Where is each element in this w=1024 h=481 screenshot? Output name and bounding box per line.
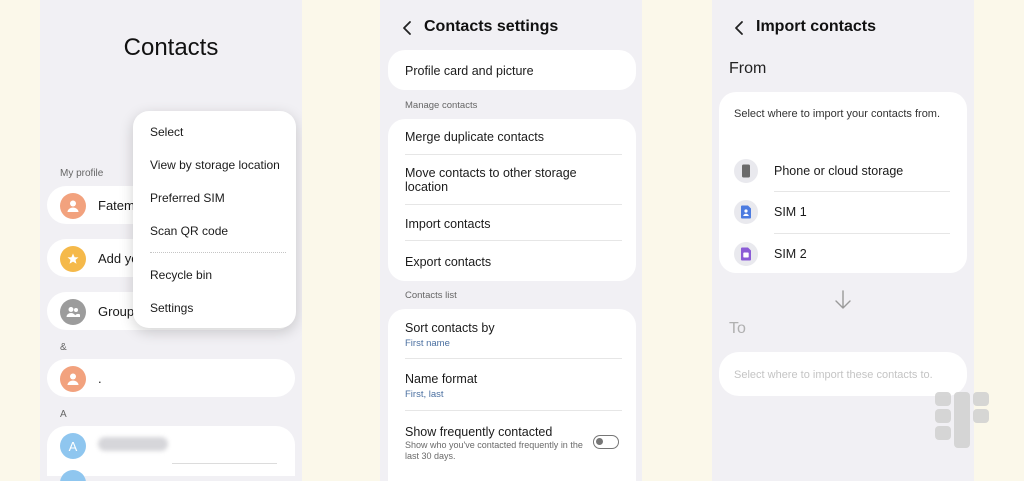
divider [774,191,950,192]
my-profile-label: My profile [60,168,104,179]
back-icon[interactable] [400,19,416,37]
profile-name: Fatem [98,198,135,213]
merge-duplicates-item[interactable]: Merge duplicate contacts [405,130,544,144]
source-card: Select where to import your contacts fro… [719,92,967,273]
import-contacts-item[interactable]: Import contacts [405,217,490,231]
toggle-knob [596,438,603,445]
menu-separator [150,252,286,253]
menu-item-recycle-bin[interactable]: Recycle bin [150,268,212,282]
contact-row[interactable]: A [47,426,295,476]
blurred-contact-name [98,437,168,451]
divider [405,154,622,155]
divider [774,233,950,234]
frequent-contacts-toggle[interactable] [593,435,619,449]
contacts-list-label: Contacts list [405,290,457,301]
menu-item-view-by-storage[interactable]: View by storage location [150,158,280,172]
source-intro: Select where to import your contacts fro… [734,108,941,120]
divider [405,410,622,411]
divider [405,358,622,359]
sim1-icon [734,200,758,224]
sim2-icon [734,242,758,266]
divider [405,240,622,241]
destination-selector[interactable]: Select where to import these contacts to… [719,352,967,396]
menu-item-select[interactable]: Select [150,125,183,139]
index-amp: & [60,342,67,353]
menu-item-settings[interactable]: Settings [150,301,193,315]
profile-card-item[interactable]: Profile card and picture [388,50,636,90]
frequent-contacts-desc: Show who you've contacted frequently in … [405,440,583,461]
page-title: Contacts settings [424,18,559,35]
sort-contacts-value: First name [405,338,450,349]
arrow-down-icon [835,290,851,309]
profile-card-label: Profile card and picture [405,64,534,78]
export-contacts-item[interactable]: Export contacts [405,255,491,269]
source-sim1[interactable]: SIM 1 [774,205,807,219]
overflow-menu: Select View by storage location Preferre… [133,111,296,328]
settings-screen: Contacts settings Profile card and pictu… [380,0,642,481]
group-icon [60,299,86,325]
contact-row[interactable]: . [47,359,295,397]
name-format-item[interactable]: Name format [405,372,477,386]
index-a: A [60,409,67,420]
page-title: Import contacts [756,18,877,35]
row-divider [172,463,277,464]
phone-icon [734,159,758,183]
person-icon [60,366,86,392]
from-label: From [729,60,767,77]
contact-name: . [98,371,102,386]
destination-placeholder: Select where to import these contacts to… [734,369,933,381]
star-icon [60,246,86,272]
name-format-value: First, last [405,389,444,400]
contacts-screen: Contacts My profile Fatem Add yo Groups … [40,0,302,481]
frequent-contacts-item[interactable]: Show frequently contacted [405,425,552,439]
divider [405,204,622,205]
contacts-list-card: Sort contacts by First name Name format … [388,309,636,481]
move-contacts-item[interactable]: Move contacts to other storage location [405,166,605,194]
header: Contacts settings [380,17,642,39]
person-icon [60,193,86,219]
manage-contacts-label: Manage contacts [405,100,478,111]
menu-item-preferred-sim[interactable]: Preferred SIM [150,191,225,205]
back-icon[interactable] [732,19,748,37]
manage-contacts-card: Merge duplicate contacts Move contacts t… [388,119,636,281]
contact-avatar: A [60,433,86,459]
watermark-logo [935,392,991,448]
header: Import contacts [712,17,974,39]
source-sim2[interactable]: SIM 2 [774,247,807,261]
page-title: Contacts [123,34,219,61]
sort-contacts-item[interactable]: Sort contacts by [405,321,495,335]
menu-item-scan-qr[interactable]: Scan QR code [150,224,228,238]
source-phone-cloud[interactable]: Phone or cloud storage [774,164,903,178]
to-label: To [729,320,746,337]
